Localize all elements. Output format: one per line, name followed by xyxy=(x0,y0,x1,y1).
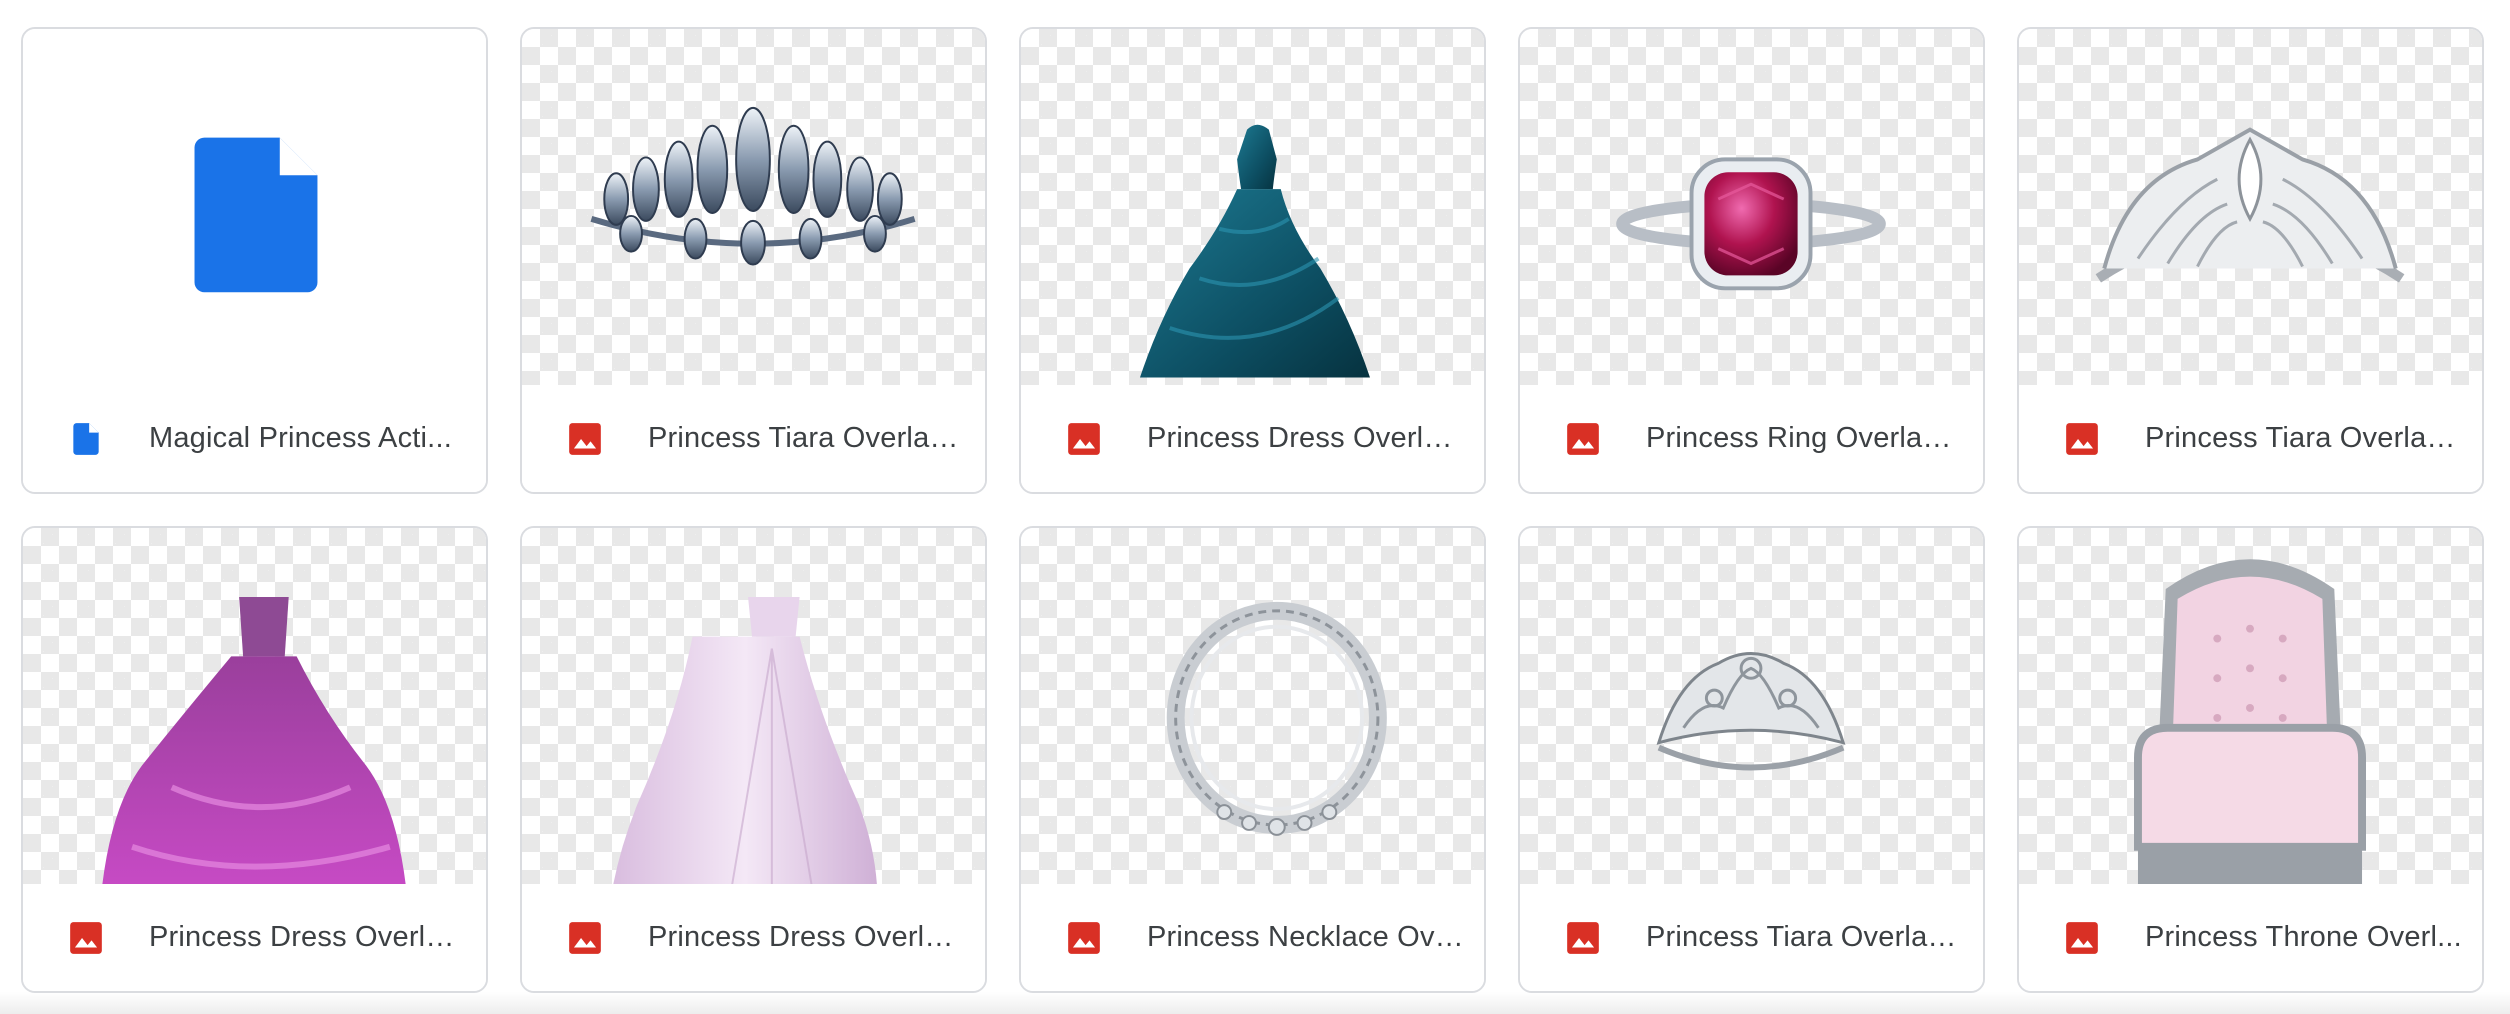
necklace-thumbnail xyxy=(1166,601,1387,836)
file-card[interactable]: Princess Tiara Overlay ... xyxy=(1518,526,1985,993)
file-thumbnail xyxy=(1021,29,1484,387)
file-name: Princess Dress Overla... xyxy=(648,921,965,953)
file-document-icon xyxy=(194,137,318,293)
file-name: Princess Tiara Overlay ... xyxy=(1646,921,1963,953)
file-name: Princess Tiara Overlay ... xyxy=(648,422,965,454)
image-icon xyxy=(1068,921,1100,954)
file-name: Princess Dress Overla... xyxy=(149,921,466,953)
file-thumbnail xyxy=(23,528,486,886)
file-footer: Princess Tiara Overlay ... xyxy=(1520,884,1983,991)
file-footer: Princess Throne Overl... xyxy=(2019,884,2482,991)
tiara-thumbnail xyxy=(590,106,916,266)
dress-thumbnail xyxy=(102,596,406,885)
file-thumbnail xyxy=(2019,528,2482,886)
file-footer: Princess Dress Overla... xyxy=(1021,385,1484,492)
dress-thumbnail xyxy=(1139,124,1370,378)
file-thumbnail xyxy=(1021,528,1484,886)
image-icon xyxy=(1068,422,1100,455)
file-card[interactable]: Princess Necklace Ove... xyxy=(1019,526,1486,993)
image-icon xyxy=(2066,921,2098,954)
tiara-thumbnail xyxy=(2095,127,2405,283)
file-card[interactable]: Princess Ring Overlay.... xyxy=(1518,27,1985,494)
scroll-shadow xyxy=(0,992,2510,1014)
file-thumbnail xyxy=(2019,29,2482,387)
file-footer: Princess Tiara Overlay ... xyxy=(522,385,985,492)
file-thumbnail xyxy=(522,528,985,886)
tiara-thumbnail xyxy=(1656,652,1846,771)
file-card[interactable]: Princess Tiara Overlay ... xyxy=(520,27,987,494)
file-card[interactable]: Princess Dress Overla... xyxy=(1019,27,1486,494)
file-grid: Magical Princess Acti... Princess Tiara … xyxy=(21,27,2484,993)
file-footer: Princess Tiara Overlay ... xyxy=(2019,385,2482,492)
image-icon xyxy=(1567,921,1599,954)
file-thumbnail xyxy=(23,29,486,387)
image-icon xyxy=(70,921,102,954)
image-icon xyxy=(569,422,601,455)
file-card[interactable]: Princess Tiara Overlay ... xyxy=(2017,27,2484,494)
file-name: Magical Princess Acti... xyxy=(149,422,452,454)
file-name: Princess Tiara Overlay ... xyxy=(2145,422,2462,454)
throne-thumbnail xyxy=(2134,559,2367,885)
image-icon xyxy=(2066,422,2098,455)
file-footer: Princess Dress Overla... xyxy=(23,884,486,991)
file-card[interactable]: Princess Dress Overla... xyxy=(21,526,488,993)
file-footer: Princess Necklace Ove... xyxy=(1021,884,1484,991)
file-thumbnail xyxy=(1520,29,1983,387)
file-name: Princess Dress Overla... xyxy=(1147,422,1464,454)
file-thumbnail xyxy=(522,29,985,387)
file-thumbnail xyxy=(1520,528,1983,886)
file-card[interactable]: Princess Throne Overl... xyxy=(2017,526,2484,993)
image-icon xyxy=(569,921,601,954)
file-name: Princess Necklace Ove... xyxy=(1147,921,1464,953)
file-name: Princess Throne Overl... xyxy=(2145,921,2462,953)
file-footer: Princess Ring Overlay.... xyxy=(1520,385,1983,492)
ring-thumbnail xyxy=(1616,157,1886,291)
file-card[interactable]: Magical Princess Acti... xyxy=(21,27,488,494)
file-card[interactable]: Princess Dress Overla... xyxy=(520,526,987,993)
file-footer: Magical Princess Acti... xyxy=(23,385,486,492)
dress-thumbnail xyxy=(613,596,877,885)
image-icon xyxy=(1567,422,1599,455)
file-name: Princess Ring Overlay.... xyxy=(1646,422,1963,454)
document-icon xyxy=(73,422,99,455)
file-footer: Princess Dress Overla... xyxy=(522,884,985,991)
